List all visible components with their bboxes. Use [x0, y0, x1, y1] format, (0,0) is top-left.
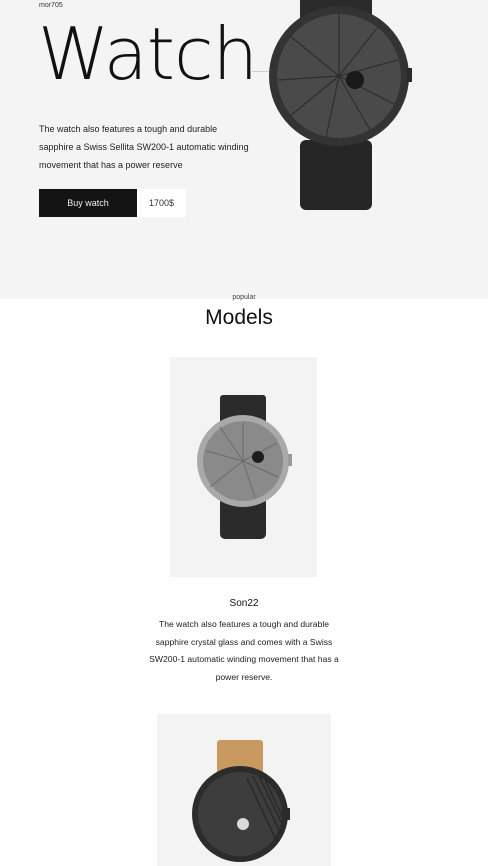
model-tag: mor705 [39, 2, 63, 9]
silver-watch-image [197, 395, 292, 539]
buy-watch-button[interactable]: Buy watch [39, 189, 137, 217]
product-description: The watch also features a tough and dura… [149, 619, 339, 682]
dark-watch-image [269, 0, 412, 210]
price-tag: 1700$ [137, 189, 186, 217]
product-card[interactable] [157, 714, 331, 866]
tan-strap-watch-image [192, 740, 290, 862]
section-eyebrow: popular [232, 294, 256, 301]
product-name: Son22 [229, 598, 259, 609]
product-card[interactable] [170, 357, 317, 577]
hero-description: The watch also features a tough and dura… [39, 124, 249, 170]
section-title: Models [205, 306, 273, 329]
hero-title: Watch [38, 12, 258, 96]
hero-section: mor705 Watch The watch also features a t… [0, 0, 488, 299]
